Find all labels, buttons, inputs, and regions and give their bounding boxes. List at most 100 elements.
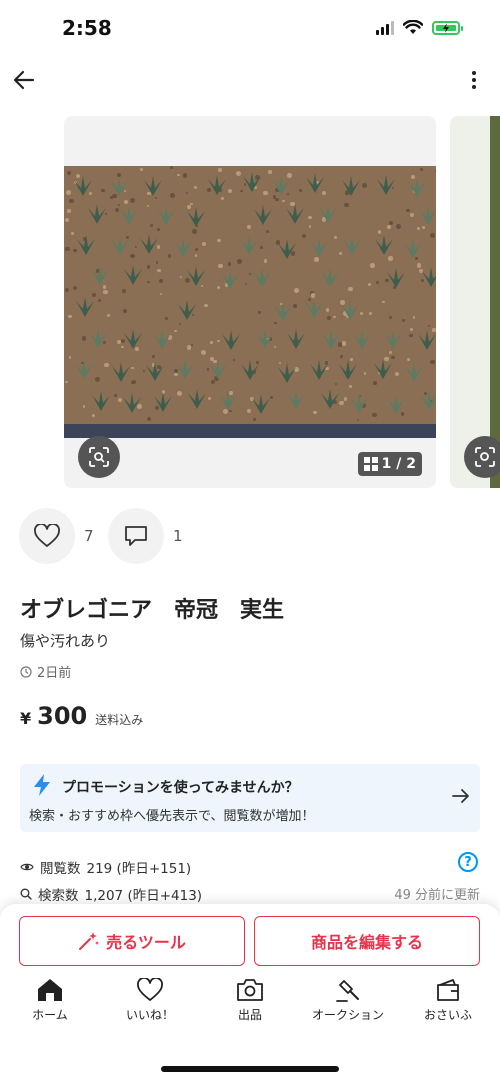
back-button[interactable] [10,66,38,94]
seedling-mark [74,358,93,379]
soil-speck [67,209,71,213]
like-button[interactable] [19,508,75,564]
seedling-mark [254,204,273,225]
soil-speck [387,224,392,229]
nav-listing[interactable]: 出品 [205,978,295,1023]
shipping-note: 送料込み [95,713,144,727]
seedling-mark [321,267,340,288]
seedling-mark [341,300,360,321]
soil-speck [170,193,176,199]
view-count-label: 閲覧数 [40,861,81,877]
soil-speck [388,256,393,261]
seedling-mark [154,391,173,412]
updated-time: 49 分前に更新 [394,888,480,903]
seedling-mark [241,359,260,380]
seedling-mark [374,234,393,255]
nav-likes[interactable]: いいね！ [105,978,195,1023]
soil-speck [65,288,70,293]
nav-home[interactable]: ホーム [5,978,95,1023]
home-indicator [161,1066,339,1072]
soil-speck [382,300,385,304]
soil-speck [274,197,279,202]
eye-icon [20,863,34,871]
arrow-left-icon [13,70,35,90]
promotion-description: 検索・おすすめ枠へ優先表示で、閲覧数が増加！ [29,809,315,824]
soil-speck [227,262,232,266]
seedling-mark [110,176,129,197]
seedling-mark [285,203,304,224]
soil-speck [204,303,208,307]
seedling-mark [123,392,142,413]
image-page-text: 1 / 2 [381,456,416,472]
soil-speck [356,418,360,421]
soil-speck [409,334,413,338]
soil-speck [349,384,352,388]
heart-icon [137,978,163,1001]
sell-tool-button[interactable]: 売るツール [19,916,245,966]
seedling-mark [186,206,205,227]
seedling-mark [110,234,129,255]
promotion-banner[interactable]: プロモーションを使ってみませんか？ 検索・おすすめ枠へ優先表示で、閲覧数が増加！ [20,764,480,832]
soil-speck [82,405,86,408]
soil-speck [429,233,435,239]
soil-speck [106,313,111,317]
soil-speck [396,224,402,230]
soil-speck [301,234,306,239]
image-search-button[interactable] [78,436,120,478]
edit-item-button[interactable]: 商品を編集する [254,916,480,966]
seedling-mark [252,267,271,288]
soil-speck [147,280,150,284]
image-search-button-next[interactable] [464,436,500,478]
nav-auction[interactable]: オークション [303,978,393,1023]
soil-speck [194,186,198,190]
soil-speck [410,328,413,332]
soil-speck [152,355,155,359]
soil-speck [313,411,317,415]
seedling-mark [76,296,95,317]
seedling-mark [305,173,324,194]
soil-speck [103,289,108,295]
seedling-mark [89,328,108,349]
scan-icon [89,447,109,467]
view-count-value: 219 (昨日+151) [86,861,192,877]
soil-speck [264,259,268,263]
soil-speck [348,287,353,292]
soil-speck [416,227,420,230]
soil-speck [367,283,371,287]
soil-speck [147,265,151,269]
view-count-row: 閲覧数 219 (昨日+151) [20,857,191,877]
seedling-mark [383,328,402,349]
soil-speck [307,215,312,220]
arrow-right-icon [452,789,469,803]
item-condition: 傷や汚れあり [20,632,111,650]
soil-speck [293,288,299,294]
nav-wallet[interactable]: おさいふ [403,978,493,1023]
soil-speck [218,168,222,172]
soil-speck [147,417,152,422]
comment-icon [125,526,147,546]
seedling-mark [209,358,228,379]
promotion-title: プロモーションを使ってみませんか？ [62,780,299,796]
price-amount: 300 [37,702,88,730]
image-page-indicator: 1 / 2 [357,452,422,476]
soil-speck [216,238,221,243]
seedling-mark [310,237,329,258]
seedling-mark [90,265,109,286]
seedling-mark [387,268,406,289]
seedling-mark [173,236,192,257]
product-image-card[interactable]: 1 / 2 [64,116,436,488]
seedling-mark [208,175,227,196]
battery-icon [432,20,463,35]
comment-button[interactable] [108,508,164,564]
seedling-mark [404,362,423,383]
seedling-mark [287,389,306,410]
next-image-card[interactable] [450,116,500,488]
seedling-mark [74,175,93,196]
more-menu-button[interactable] [468,68,480,92]
soil-speck [179,322,182,325]
soil-speck [122,308,127,313]
seedling-mark [320,389,339,410]
soil-speck [388,315,392,320]
help-icon[interactable]: ? [458,852,478,872]
heart-icon [34,524,60,547]
